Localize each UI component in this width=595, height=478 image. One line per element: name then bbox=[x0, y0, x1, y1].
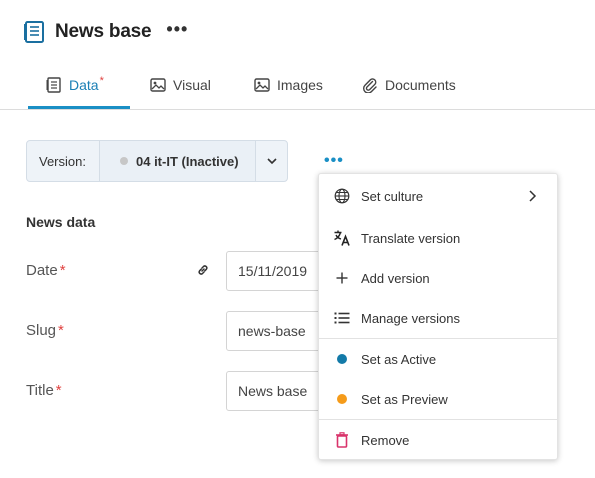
menu-item-label: Add version bbox=[361, 270, 430, 286]
version-label: Version: bbox=[27, 141, 100, 181]
tab-data-required-mark: * bbox=[99, 74, 104, 87]
slug-label: Slug * bbox=[26, 322, 64, 339]
version-dropdown-button[interactable] bbox=[255, 141, 287, 181]
menu-item-translate-version[interactable]: Translate version bbox=[319, 218, 557, 258]
list-icon bbox=[333, 309, 351, 327]
chevron-right-icon bbox=[529, 190, 537, 202]
slug-required-mark: * bbox=[58, 322, 64, 339]
tab-visual[interactable]: Visual bbox=[150, 60, 211, 109]
paperclip-icon bbox=[362, 77, 377, 93]
translate-icon bbox=[333, 229, 351, 247]
tab-images-label: Images bbox=[277, 76, 323, 93]
menu-item-label: Manage versions bbox=[361, 310, 460, 326]
title-label: Title * bbox=[26, 382, 62, 399]
date-required-mark: * bbox=[59, 262, 66, 279]
plus-icon bbox=[333, 269, 351, 287]
news-document-icon bbox=[24, 21, 44, 43]
tab-images[interactable]: Images bbox=[254, 60, 323, 109]
data-icon bbox=[46, 76, 61, 93]
link-icon[interactable] bbox=[196, 263, 210, 277]
menu-item-set-culture[interactable]: Set culture bbox=[319, 176, 557, 216]
preview-dot-icon bbox=[333, 390, 351, 408]
active-dot-icon bbox=[333, 350, 351, 368]
menu-item-label: Remove bbox=[361, 432, 410, 448]
images-icon bbox=[254, 77, 270, 92]
title-label-text: Title bbox=[26, 382, 54, 399]
title-required-mark: * bbox=[55, 382, 62, 399]
menu-item-label: Set culture bbox=[361, 188, 424, 204]
tab-visual-label: Visual bbox=[173, 76, 211, 93]
news-data-section-title: News data bbox=[26, 214, 96, 230]
page-title: News base bbox=[55, 21, 152, 42]
active-tab-indicator bbox=[28, 106, 130, 109]
chevron-down-icon bbox=[266, 157, 277, 164]
tab-bar: Data * Visual Images Documents bbox=[0, 60, 595, 110]
menu-item-set-as-preview[interactable]: Set as Preview bbox=[319, 379, 557, 419]
version-selector: Version: 04 it-IT (Inactive) bbox=[26, 140, 288, 182]
version-actions-menu: Set culture Translate version Add versio… bbox=[318, 173, 558, 460]
tab-documents-label: Documents bbox=[385, 76, 456, 93]
visual-icon bbox=[150, 77, 166, 92]
menu-item-add-version[interactable]: Add version bbox=[319, 258, 557, 298]
slug-label-text: Slug bbox=[26, 322, 57, 339]
trash-icon bbox=[333, 431, 351, 449]
tab-data-label: Data bbox=[69, 76, 99, 93]
page-header: News base ••• bbox=[24, 18, 188, 46]
menu-item-label: Set as Preview bbox=[361, 391, 448, 407]
menu-item-remove[interactable]: Remove bbox=[319, 420, 557, 460]
header-more-button[interactable]: ••• bbox=[166, 20, 188, 38]
menu-item-manage-versions[interactable]: Manage versions bbox=[319, 298, 557, 338]
version-more-button[interactable]: ••• bbox=[324, 152, 344, 170]
menu-item-label: Set as Active bbox=[361, 351, 437, 367]
menu-item-set-as-active[interactable]: Set as Active bbox=[319, 339, 557, 379]
menu-item-label: Translate version bbox=[361, 230, 461, 246]
date-label-text: Date bbox=[26, 262, 58, 279]
inactive-status-dot bbox=[120, 157, 128, 165]
date-label: Date * bbox=[26, 262, 66, 279]
globe-icon bbox=[333, 187, 351, 205]
version-value[interactable]: 04 it-IT (Inactive) bbox=[100, 141, 255, 181]
version-value-text: 04 it-IT (Inactive) bbox=[136, 153, 239, 169]
tab-documents[interactable]: Documents bbox=[362, 60, 456, 109]
tab-data[interactable]: Data * bbox=[46, 60, 104, 109]
